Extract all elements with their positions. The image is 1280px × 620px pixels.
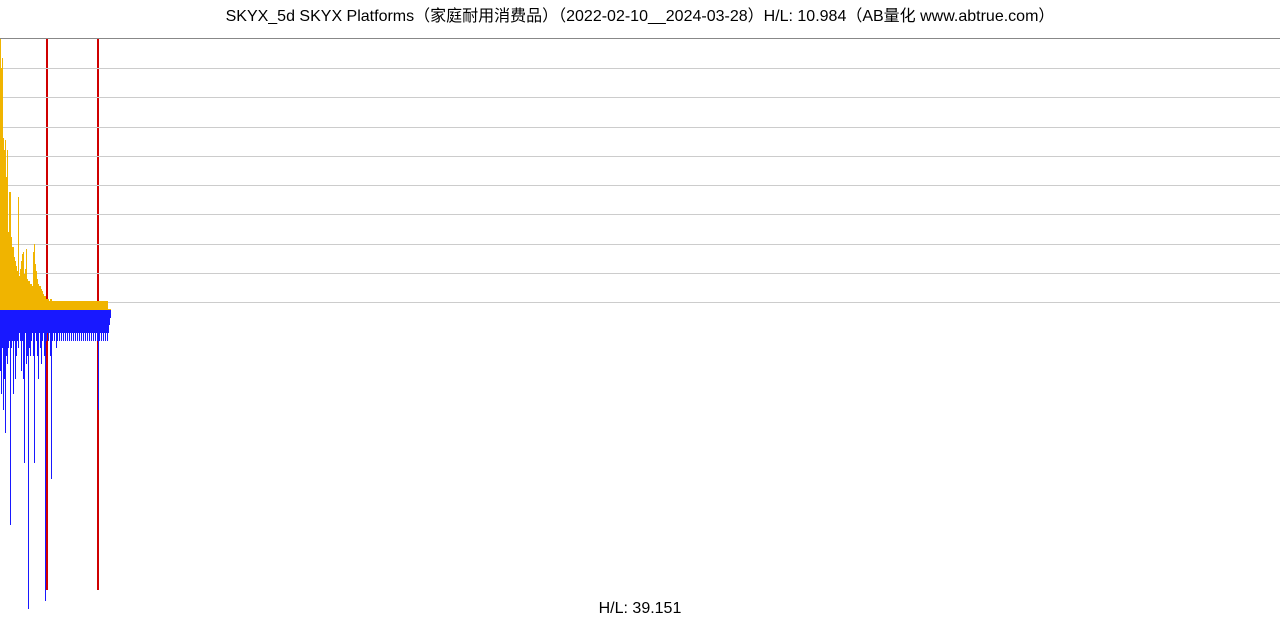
grid-line (0, 97, 1280, 98)
grid-line (0, 156, 1280, 157)
lower-bar (110, 310, 111, 318)
grid-line (0, 185, 1280, 186)
grid-line (0, 214, 1280, 215)
lower-bar (34, 310, 35, 463)
lower-bar (45, 310, 46, 601)
chart-footer: H/L: 39.151 (0, 600, 1280, 618)
lower-pane (0, 310, 1280, 620)
grid-line (0, 302, 1280, 303)
grid-line (0, 127, 1280, 128)
lower-bar (28, 310, 29, 609)
upper-pane (0, 38, 1280, 311)
grid-line (0, 273, 1280, 274)
grid-line (0, 68, 1280, 69)
lower-bar (24, 310, 25, 463)
grid-line (0, 244, 1280, 245)
chart-title: SKYX_5d SKYX Platforms（家庭耐用消费品）（2022-02-… (0, 2, 1280, 26)
